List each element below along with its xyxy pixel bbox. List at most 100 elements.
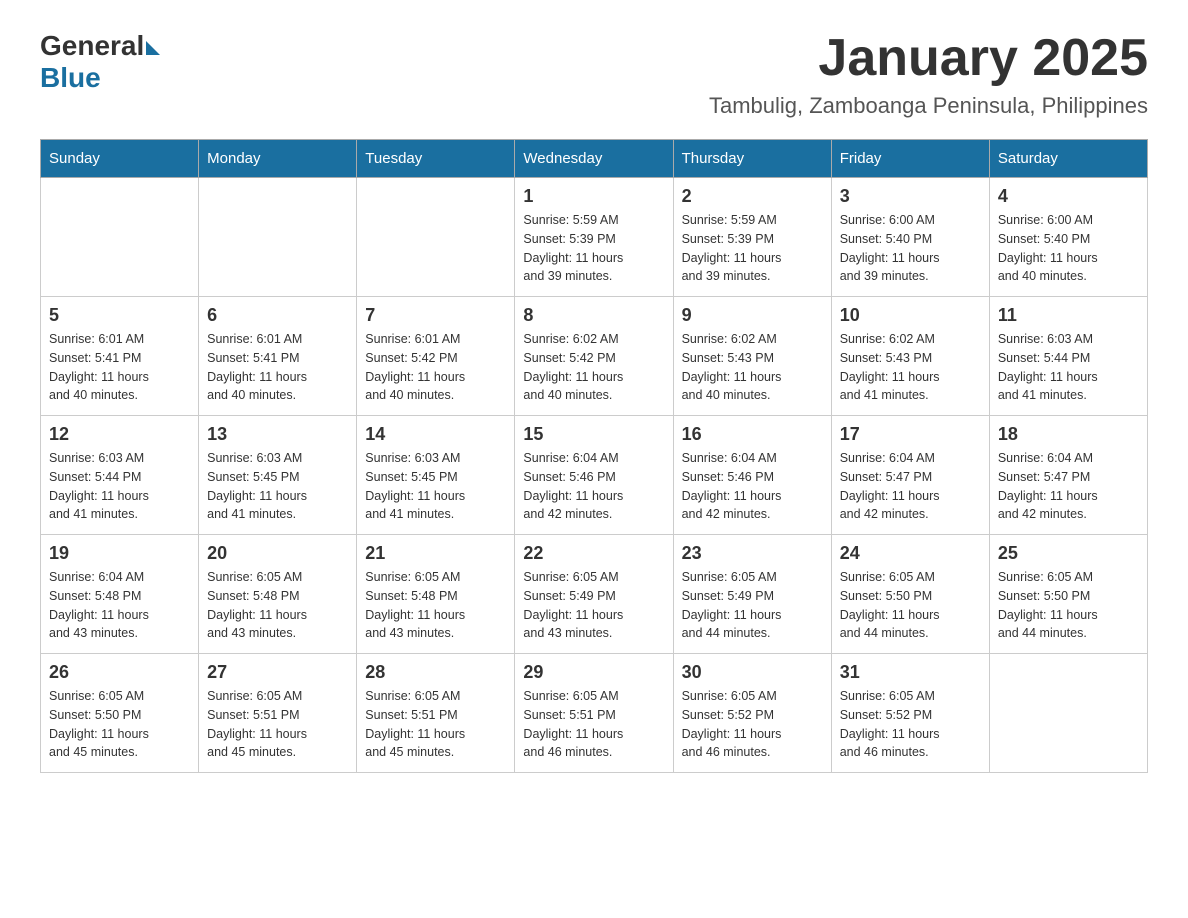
day-cell: 29 Sunrise: 6:05 AM Sunset: 5:51 PM Dayli… <box>515 654 673 773</box>
day-cell: 28 Sunrise: 6:05 AM Sunset: 5:51 PM Dayli… <box>357 654 515 773</box>
day-info: Sunrise: 6:02 AM Sunset: 5:43 PM Dayligh… <box>840 330 981 405</box>
calendar-table: SundayMondayTuesdayWednesdayThursdayFrid… <box>40 139 1148 773</box>
day-number: 12 <box>49 424 190 445</box>
day-cell: 6Sunrise: 6:01 AM Sunset: 5:41 PM Daylig… <box>199 297 357 416</box>
day-number: 29 <box>523 662 664 683</box>
header-cell-monday: Monday <box>199 140 357 178</box>
day-number: 20 <box>207 543 348 564</box>
day-number: 25 <box>998 543 1139 564</box>
day-info: Sunrise: 6:03 AM Sunset: 5:45 PM Dayligh… <box>365 449 506 524</box>
day-number: 18 <box>998 424 1139 445</box>
day-info: Sunrise: 6:05 AM Sunset: 5:51 PM Dayligh… <box>207 687 348 762</box>
day-info: Sunrise: 6:05 AM Sunset: 5:51 PM Dayligh… <box>523 687 664 762</box>
week-row-1: 1 Sunrise: 5:59 AM Sunset: 5:39 PM Daylig… <box>41 178 1148 297</box>
day-cell: 9 Sunrise: 6:02 AM Sunset: 5:43 PM Daylig… <box>673 297 831 416</box>
day-info: Sunrise: 6:04 AM Sunset: 5:46 PM Dayligh… <box>523 449 664 524</box>
day-info: Sunrise: 6:01 AM Sunset: 5:41 PM Dayligh… <box>49 330 190 405</box>
day-cell: 30 Sunrise: 6:05 AM Sunset: 5:52 PM Dayli… <box>673 654 831 773</box>
day-number: 15 <box>523 424 664 445</box>
page-header: General Blue January 2025 Tambulig, Zamb… <box>40 30 1148 119</box>
day-info: Sunrise: 6:05 AM Sunset: 5:48 PM Dayligh… <box>207 568 348 643</box>
day-cell <box>357 178 515 297</box>
week-row-3: 12 Sunrise: 6:03 AM Sunset: 5:44 PM Dayli… <box>41 416 1148 535</box>
day-number: 24 <box>840 543 981 564</box>
day-cell: 25Sunrise: 6:05 AM Sunset: 5:50 PM Dayli… <box>989 535 1147 654</box>
day-cell: 14 Sunrise: 6:03 AM Sunset: 5:45 PM Dayli… <box>357 416 515 535</box>
day-info: Sunrise: 6:05 AM Sunset: 5:50 PM Dayligh… <box>840 568 981 643</box>
day-info: Sunrise: 6:05 AM Sunset: 5:50 PM Dayligh… <box>49 687 190 762</box>
day-number: 5 <box>49 305 190 326</box>
logo: General Blue <box>40 30 160 94</box>
logo-general: General <box>40 30 144 62</box>
day-cell: 5 Sunrise: 6:01 AM Sunset: 5:41 PM Daylig… <box>41 297 199 416</box>
day-number: 1 <box>523 186 664 207</box>
day-info: Sunrise: 6:05 AM Sunset: 5:49 PM Dayligh… <box>682 568 823 643</box>
day-cell: 26 Sunrise: 6:05 AM Sunset: 5:50 PM Dayli… <box>41 654 199 773</box>
day-cell: 8Sunrise: 6:02 AM Sunset: 5:42 PM Daylig… <box>515 297 673 416</box>
day-number: 11 <box>998 305 1139 326</box>
day-number: 9 <box>682 305 823 326</box>
week-row-4: 19Sunrise: 6:04 AM Sunset: 5:48 PM Dayli… <box>41 535 1148 654</box>
day-cell: 22Sunrise: 6:05 AM Sunset: 5:49 PM Dayli… <box>515 535 673 654</box>
header-row: SundayMondayTuesdayWednesdayThursdayFrid… <box>41 140 1148 178</box>
day-number: 10 <box>840 305 981 326</box>
logo-triangle-icon <box>146 41 160 55</box>
day-cell: 4Sunrise: 6:00 AM Sunset: 5:40 PM Daylig… <box>989 178 1147 297</box>
day-cell: 16Sunrise: 6:04 AM Sunset: 5:46 PM Dayli… <box>673 416 831 535</box>
day-info: Sunrise: 6:02 AM Sunset: 5:43 PM Dayligh… <box>682 330 823 405</box>
header-cell-thursday: Thursday <box>673 140 831 178</box>
day-number: 22 <box>523 543 664 564</box>
day-cell: 2 Sunrise: 5:59 AM Sunset: 5:39 PM Daylig… <box>673 178 831 297</box>
day-number: 26 <box>49 662 190 683</box>
day-cell: 23 Sunrise: 6:05 AM Sunset: 5:49 PM Dayli… <box>673 535 831 654</box>
header-cell-friday: Friday <box>831 140 989 178</box>
day-cell: 1Sunrise: 5:59 AM Sunset: 5:39 PM Daylig… <box>515 178 673 297</box>
day-info: Sunrise: 6:04 AM Sunset: 5:47 PM Dayligh… <box>998 449 1139 524</box>
day-number: 4 <box>998 186 1139 207</box>
day-number: 8 <box>523 305 664 326</box>
day-number: 31 <box>840 662 981 683</box>
day-cell: 3 Sunrise: 6:00 AM Sunset: 5:40 PM Daylig… <box>831 178 989 297</box>
day-number: 3 <box>840 186 981 207</box>
day-number: 19 <box>49 543 190 564</box>
day-number: 21 <box>365 543 506 564</box>
calendar-header: SundayMondayTuesdayWednesdayThursdayFrid… <box>41 140 1148 178</box>
day-cell: 18 Sunrise: 6:04 AM Sunset: 5:47 PM Dayli… <box>989 416 1147 535</box>
day-info: Sunrise: 6:01 AM Sunset: 5:41 PM Dayligh… <box>207 330 348 405</box>
day-cell <box>41 178 199 297</box>
header-cell-tuesday: Tuesday <box>357 140 515 178</box>
day-cell: 20 Sunrise: 6:05 AM Sunset: 5:48 PM Dayli… <box>199 535 357 654</box>
week-row-2: 5 Sunrise: 6:01 AM Sunset: 5:41 PM Daylig… <box>41 297 1148 416</box>
day-info: Sunrise: 5:59 AM Sunset: 5:39 PM Dayligh… <box>682 211 823 286</box>
day-number: 23 <box>682 543 823 564</box>
day-cell <box>989 654 1147 773</box>
day-info: Sunrise: 6:03 AM Sunset: 5:45 PM Dayligh… <box>207 449 348 524</box>
day-cell: 13 Sunrise: 6:03 AM Sunset: 5:45 PM Dayli… <box>199 416 357 535</box>
day-number: 30 <box>682 662 823 683</box>
header-cell-wednesday: Wednesday <box>515 140 673 178</box>
day-info: Sunrise: 6:01 AM Sunset: 5:42 PM Dayligh… <box>365 330 506 405</box>
day-number: 28 <box>365 662 506 683</box>
day-cell <box>199 178 357 297</box>
day-number: 17 <box>840 424 981 445</box>
day-cell: 7 Sunrise: 6:01 AM Sunset: 5:42 PM Daylig… <box>357 297 515 416</box>
day-cell: 31Sunrise: 6:05 AM Sunset: 5:52 PM Dayli… <box>831 654 989 773</box>
day-info: Sunrise: 6:04 AM Sunset: 5:46 PM Dayligh… <box>682 449 823 524</box>
title-section: January 2025 Tambulig, Zamboanga Peninsu… <box>709 30 1148 119</box>
day-cell: 15 Sunrise: 6:04 AM Sunset: 5:46 PM Dayli… <box>515 416 673 535</box>
day-info: Sunrise: 6:05 AM Sunset: 5:48 PM Dayligh… <box>365 568 506 643</box>
day-cell: 21 Sunrise: 6:05 AM Sunset: 5:48 PM Dayli… <box>357 535 515 654</box>
day-cell: 11Sunrise: 6:03 AM Sunset: 5:44 PM Dayli… <box>989 297 1147 416</box>
day-number: 2 <box>682 186 823 207</box>
day-info: Sunrise: 6:05 AM Sunset: 5:52 PM Dayligh… <box>682 687 823 762</box>
day-info: Sunrise: 6:05 AM Sunset: 5:51 PM Dayligh… <box>365 687 506 762</box>
day-number: 27 <box>207 662 348 683</box>
day-number: 14 <box>365 424 506 445</box>
header-cell-saturday: Saturday <box>989 140 1147 178</box>
day-number: 13 <box>207 424 348 445</box>
day-cell: 10 Sunrise: 6:02 AM Sunset: 5:43 PM Dayli… <box>831 297 989 416</box>
day-info: Sunrise: 6:00 AM Sunset: 5:40 PM Dayligh… <box>840 211 981 286</box>
day-number: 7 <box>365 305 506 326</box>
logo-blue: Blue <box>40 62 160 94</box>
day-info: Sunrise: 6:03 AM Sunset: 5:44 PM Dayligh… <box>49 449 190 524</box>
